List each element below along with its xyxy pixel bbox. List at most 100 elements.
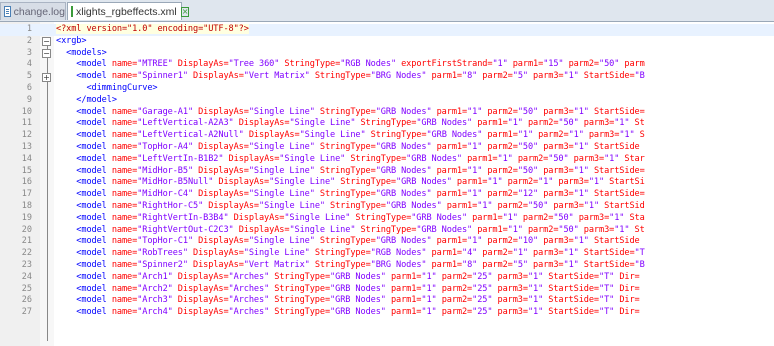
line-number: 5 — [26, 71, 32, 82]
code-token: "1" — [487, 177, 508, 188]
code-token: parm2= — [482, 248, 513, 259]
code-token: <model — [76, 260, 112, 270]
tab-xlights-rgbeffects[interactable]: xlights_rgbeffects.xml × — [67, 2, 190, 20]
code-line[interactable]: 22 <model name="RobTrees" DisplayAs="Sin… — [0, 248, 774, 260]
code-token: "T — [634, 248, 645, 259]
code-token: <model — [76, 177, 112, 188]
code-line[interactable]: 3 <models> — [0, 48, 774, 60]
code-text: <model name="Arch2" DisplayAs="Arches" S… — [56, 283, 640, 296]
code-line[interactable]: 15 <model name="MidHor-B5" DisplayAs="Si… — [0, 166, 774, 178]
code-token: St — [634, 118, 645, 129]
code-text: <model name="Arch3" DisplayAs="Arches" S… — [56, 295, 639, 307]
code-token: "1" — [573, 142, 594, 152]
code-token: "TopHor-C1" — [137, 236, 199, 247]
code-token: DisplayAs= — [238, 224, 290, 235]
close-tab-icon[interactable]: × — [180, 6, 190, 17]
code-token: StartSide — [593, 142, 640, 152]
code-token: StartSide= — [548, 295, 600, 306]
code-line[interactable]: 6 <dimmingCurve> — [0, 83, 774, 95]
code-token: "GRB Nodes" — [375, 236, 437, 247]
code-line[interactable]: 25 <model name="Arch2" DisplayAs="Arches… — [0, 284, 774, 296]
code-token: "1" — [563, 71, 584, 82]
fold-collapse-icon[interactable]: − — [42, 49, 51, 58]
code-line[interactable]: 11 <model name="LeftVertical-A2A3" Displ… — [0, 118, 774, 130]
code-token: DisplayAs= — [193, 248, 244, 259]
line-number: 6 — [26, 83, 32, 93]
code-token: parm3= — [558, 177, 589, 188]
code-token: "10" — [517, 236, 544, 247]
code-line[interactable]: 19 <model name="RightVertIn-B3B4" Displa… — [0, 213, 774, 225]
code-token: parm2= — [497, 201, 529, 211]
code-text: <model name="MTREE" DisplayAs="Tree 360"… — [56, 59, 644, 71]
code-line[interactable]: 16 <model name="MidHor-B5Null" DisplayAs… — [0, 177, 774, 189]
code-line[interactable]: 1 <?xml version="1.0" encoding="UTF-8"?> — [0, 24, 774, 36]
code-token: parm3= — [543, 106, 574, 117]
code-token: "GRB Nodes" — [406, 153, 468, 164]
code-line[interactable]: 27 <model name="Arch4" DisplayAs="Arches… — [0, 307, 774, 319]
code-token: St — [634, 224, 645, 235]
code-line[interactable]: 10 <model name="Garage-A1" DisplayAs="Si… — [0, 107, 774, 119]
code-token: <models> — [66, 47, 107, 58]
code-token: parm2= — [482, 260, 513, 270]
code-line[interactable]: 14 <model name="LeftVertIn-B1B2" Display… — [0, 154, 774, 166]
code-token: "GRB Nodes" — [416, 118, 478, 129]
code-line[interactable]: 2 <xrgb> — [0, 36, 774, 48]
code-token: "GRB Nodes" — [396, 177, 457, 188]
code-editor[interactable]: 1 <?xml version="1.0" encoding="UTF-8"?> 2… — [0, 22, 774, 346]
code-line[interactable]: 23 <model name="Spinner2" DisplayAs="Ver… — [0, 260, 774, 272]
code-text: <model name="MidHor-B5" DisplayAs="Singl… — [56, 165, 644, 178]
fold-collapse-icon[interactable]: − — [42, 37, 51, 47]
code-line[interactable]: 26 <model name="Arch3" DisplayAs="Arches… — [0, 295, 774, 307]
code-token: "LeftVertIn-B1B2" — [137, 153, 229, 164]
code-token: parm1= — [436, 165, 468, 176]
tab-change-log[interactable]: change.log — [0, 2, 66, 20]
code-line[interactable]: 4 <model name="MTREE" DisplayAs="Tree 36… — [0, 59, 774, 71]
code-line[interactable]: 9 </model> — [0, 95, 774, 107]
code-token: Dir= — [619, 271, 640, 282]
code-token: "Arch4" — [137, 307, 178, 318]
code-line[interactable]: 5 <model name="Spinner1" DisplayAs="Vert… — [0, 71, 774, 83]
code-token: "GRB Nodes" — [330, 307, 391, 318]
code-line[interactable]: 18 <model name="RightHor-C5" DisplayAs="… — [0, 201, 774, 213]
line-number: 27 — [21, 307, 32, 318]
code-token: "Arches" — [228, 295, 275, 306]
code-token: "1" — [583, 201, 605, 211]
code-token: parm2= — [487, 236, 518, 247]
code-token: parm1= — [390, 271, 422, 282]
code-token: DisplayAs= — [238, 118, 290, 129]
line-number: 4 — [26, 59, 32, 70]
code-token: "GRB Nodes" — [375, 165, 437, 176]
code-token: "BRG Nodes" — [370, 71, 432, 82]
code-line[interactable]: 24 <model name="Arch1" DisplayAs="Arches… — [0, 272, 774, 284]
code-token: "8" — [462, 71, 483, 82]
code-line[interactable]: 17 <model name="MidHor-C4" DisplayAs="Si… — [0, 189, 774, 201]
code-token: "5" — [512, 71, 534, 82]
code-token: <model — [76, 71, 112, 82]
code-line[interactable]: 20 <model name="RightVertOut-C2C3" Displ… — [0, 225, 774, 237]
code-token: parm1= — [456, 177, 488, 188]
code-token: parm3= — [588, 130, 620, 141]
code-token: "1" — [507, 224, 528, 235]
code-token: "1" — [421, 283, 442, 294]
code-token: "5" — [512, 260, 534, 270]
code-token: "LeftVertical-A2Null" — [137, 130, 249, 141]
code-token: <?xml version="1.0" encoding="UTF-8"?> — [56, 24, 249, 34]
code-token: "Single Line" — [269, 177, 341, 188]
code-token: DisplayAs= — [177, 59, 229, 70]
code-token: "Spinner1" — [137, 71, 194, 82]
code-token: "LeftVertical-A2A3" — [137, 118, 239, 129]
code-token: "Tree 360" — [228, 59, 285, 70]
code-token: parm1= — [472, 212, 503, 223]
code-token: DisplayAs= — [208, 201, 259, 211]
code-token: "BRG Nodes" — [370, 260, 432, 270]
code-token: Dir= — [619, 283, 640, 294]
code-line[interactable]: 13 <model name="TopHor-A4" DisplayAs="Si… — [0, 142, 774, 154]
code-text: <model name="Garage-A1" DisplayAs="Singl… — [56, 106, 644, 119]
code-token: "RGB Nodes" — [340, 59, 402, 70]
code-token: "1" — [507, 118, 528, 129]
code-token: S — [639, 130, 645, 141]
code-line[interactable]: 21 <model name="TopHor-C1" DisplayAs="Si… — [0, 236, 774, 248]
code-line[interactable]: 12 <model name="LeftVertical-A2Null" Dis… — [0, 130, 774, 142]
fold-expand-icon[interactable]: + — [42, 72, 51, 82]
